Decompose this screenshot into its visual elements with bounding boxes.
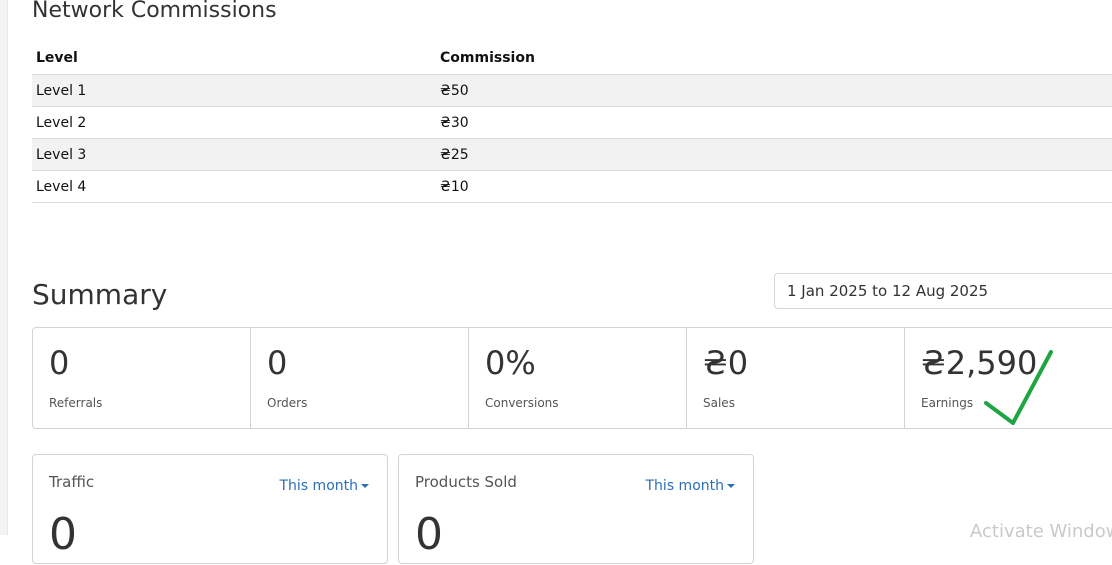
commissions-table: Level Commission Level 1 ₴50 Level 2 ₴30… xyxy=(32,42,1112,203)
dropdown-label: This month xyxy=(645,478,725,494)
card-title: Products Sold xyxy=(415,473,517,491)
table-row: Level 4 ₴10 xyxy=(32,170,1112,203)
products-period-dropdown[interactable]: This month xyxy=(645,478,735,494)
dropdown-label: This month xyxy=(279,478,359,494)
column-header-commission: Commission xyxy=(436,42,1112,75)
commission-cell: ₴10 xyxy=(436,170,1112,203)
table-row: Level 2 ₴30 xyxy=(32,106,1112,139)
table-row: Level 3 ₴25 xyxy=(32,138,1112,171)
network-commissions-title: Network Commissions xyxy=(32,0,277,23)
stat-label: Conversions xyxy=(485,396,559,410)
caret-down-icon xyxy=(361,484,369,488)
commission-cell: ₴50 xyxy=(436,74,1112,107)
column-header-level: Level xyxy=(32,42,436,75)
stat-conversions: 0% Conversions xyxy=(469,328,687,428)
stat-referrals: 0 Referrals xyxy=(33,328,251,428)
stat-sales: ₴0 Sales xyxy=(687,328,905,428)
stat-orders: 0 Orders xyxy=(251,328,469,428)
date-range-picker[interactable]: 1 Jan 2025 to 12 Aug 2025 xyxy=(774,273,1112,309)
checkmark-icon xyxy=(984,350,1053,425)
level-cell: Level 3 xyxy=(32,138,436,171)
commission-cell: ₴30 xyxy=(436,106,1112,139)
table-row: Level 1 ₴50 xyxy=(32,74,1112,107)
summary-stats: 0 Referrals 0 Orders 0% Conversions ₴0 S… xyxy=(32,327,1112,429)
summary-title: Summary xyxy=(32,278,168,311)
traffic-period-dropdown[interactable]: This month xyxy=(279,478,369,494)
stat-label: Referrals xyxy=(49,396,103,410)
activate-windows-watermark: Activate Windows xyxy=(970,521,1112,542)
caret-down-icon xyxy=(727,484,735,488)
stat-label: Orders xyxy=(267,396,308,410)
traffic-card: Traffic This month 0 xyxy=(32,454,388,564)
card-value: 0 xyxy=(415,509,443,560)
stat-value: ₴0 xyxy=(703,344,749,382)
table-header-row: Level Commission xyxy=(32,42,1112,75)
stat-earnings: ₴2,590 Earnings xyxy=(905,328,1112,428)
stat-label: Sales xyxy=(703,396,735,410)
commission-cell: ₴25 xyxy=(436,138,1112,171)
stat-value: 0 xyxy=(267,344,288,382)
products-sold-card: Products Sold This month 0 xyxy=(398,454,754,564)
card-title: Traffic xyxy=(49,473,95,491)
level-cell: Level 2 xyxy=(32,106,436,139)
stat-value: 0% xyxy=(485,344,536,382)
stat-value: 0 xyxy=(49,344,70,382)
card-value: 0 xyxy=(49,509,77,560)
level-cell: Level 1 xyxy=(32,74,436,107)
level-cell: Level 4 xyxy=(32,170,436,203)
left-panel-edge xyxy=(0,0,8,535)
